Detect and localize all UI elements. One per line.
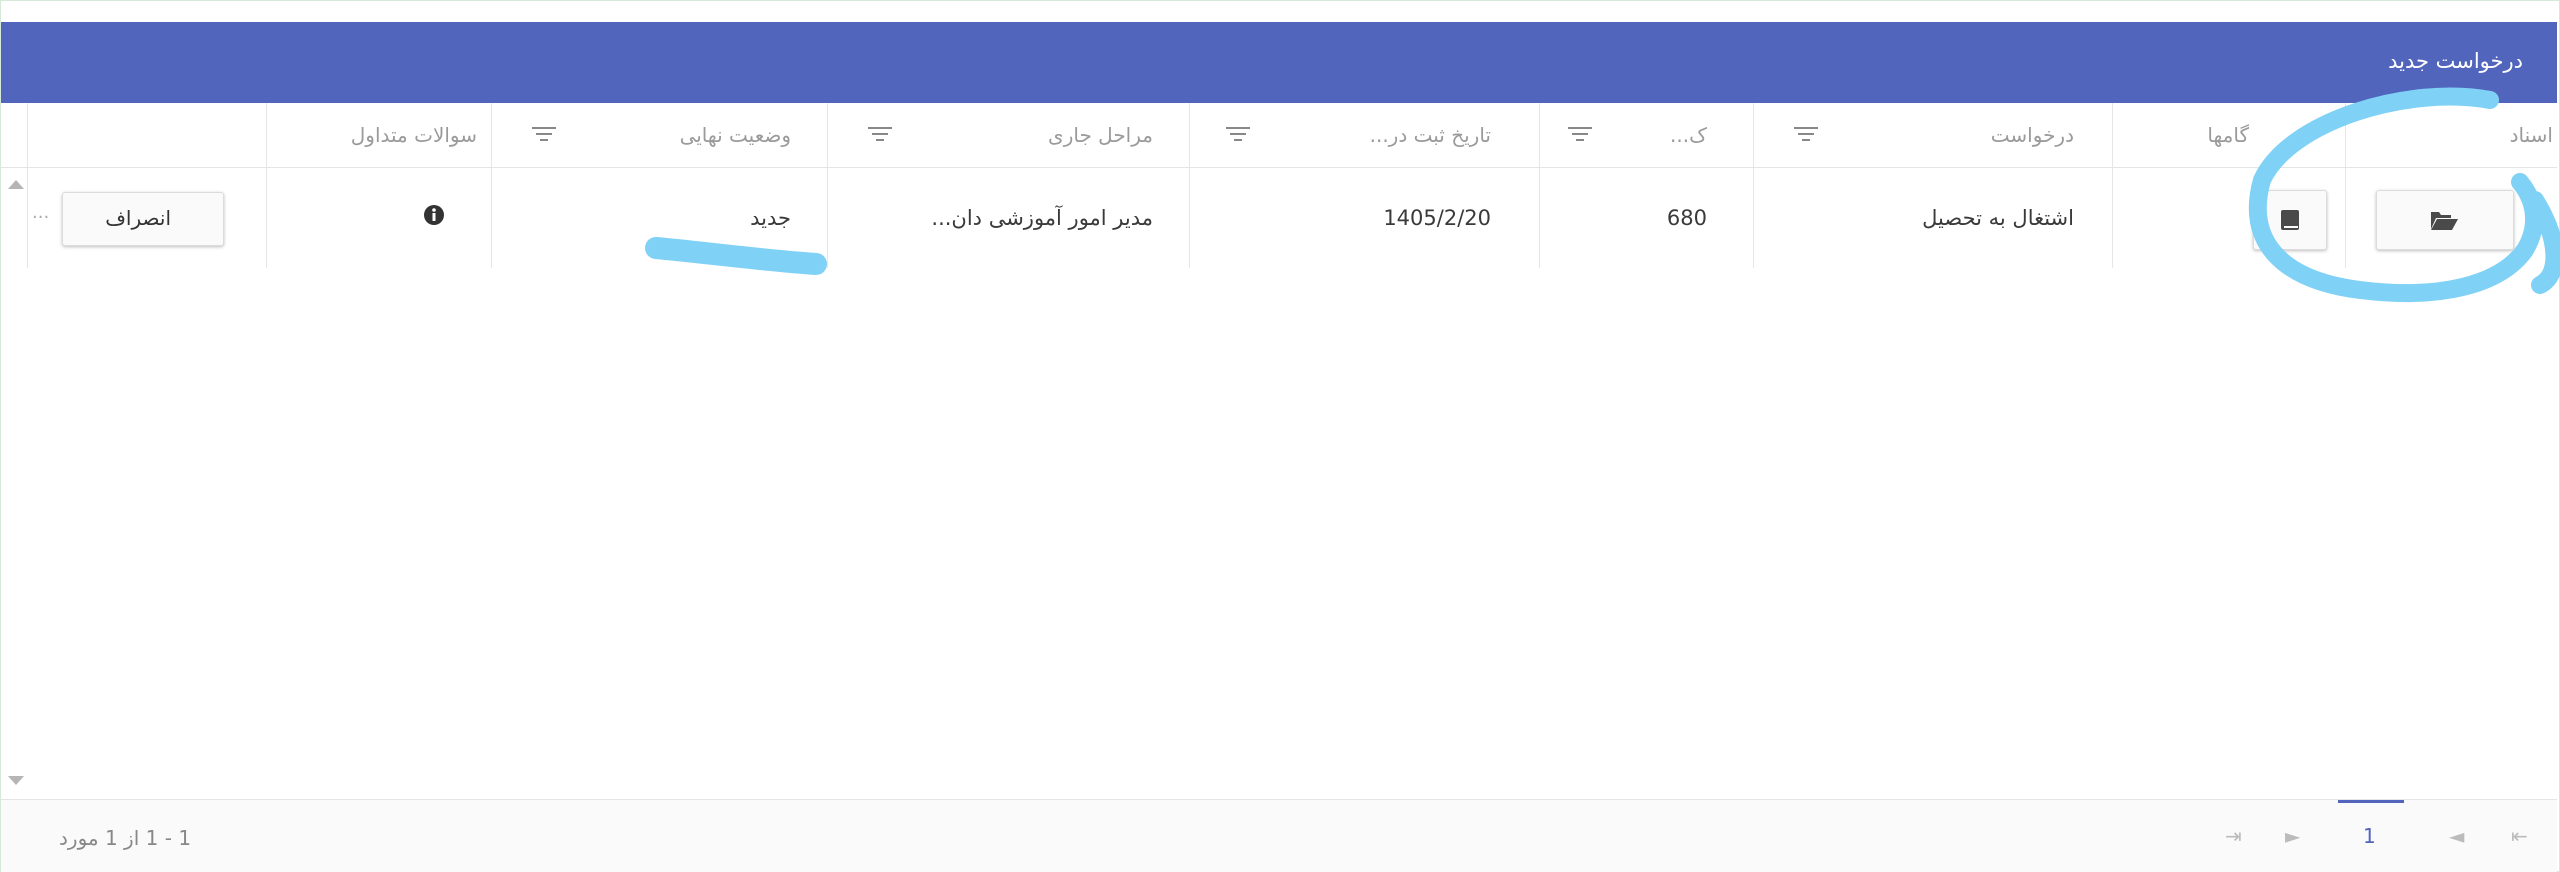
column-label-stages: مراحل جاری: [1048, 123, 1153, 147]
column-label-date: تاریخ ثبت در...: [1369, 123, 1491, 147]
column-header-steps[interactable]: گامها: [2112, 103, 2345, 167]
cell-stage: مدیر امور آموزشی دان...: [827, 168, 1189, 268]
book-icon: [2281, 210, 2299, 230]
first-page-icon[interactable]: ⇤: [2511, 824, 2528, 848]
row-overflow-text: ...: [32, 202, 50, 223]
column-header-stages[interactable]: مراحل جاری: [827, 103, 1189, 167]
cell-documents: [2345, 168, 2557, 268]
filter-icon[interactable]: [1226, 127, 1250, 145]
column-header-final-status[interactable]: وضعیت نهایی: [491, 103, 827, 167]
steps-button[interactable]: [2253, 190, 2327, 250]
next-page-icon[interactable]: ►: [2285, 824, 2300, 848]
current-page-indicator: [2338, 800, 2404, 803]
vertical-scrollbar[interactable]: [0, 168, 26, 798]
column-label-request: درخواست: [1990, 123, 2074, 147]
cancel-request-label: انصراف: [105, 206, 171, 230]
page-number-current[interactable]: 1: [2363, 824, 2376, 848]
folder-open-icon: [2431, 212, 2458, 230]
grid-toolbar: درخواست جدید: [1, 22, 2557, 103]
column-header-faq[interactable]: سوالات متداول: [266, 103, 491, 167]
column-label-steps: گامها: [2207, 123, 2249, 147]
grid-header: اسناد گامها درخواست ک... تاریخ ثبت در...…: [1, 103, 2557, 168]
request-code: 680: [1666, 206, 1707, 230]
cell-date: 1405/2/20: [1189, 168, 1539, 268]
last-page-icon[interactable]: ⇥: [2225, 824, 2242, 848]
cell-steps: [2112, 168, 2345, 268]
filter-icon[interactable]: [532, 127, 556, 145]
cell-code: 680: [1539, 168, 1753, 268]
cell-actions: ... انصراف: [27, 168, 266, 268]
column-label-final-status: وضعیت نهایی: [679, 123, 791, 147]
table-row[interactable]: اشتغال به تحصیل 680 1405/2/20 مدیر امور …: [1, 168, 2557, 268]
request-name: اشتغال به تحصیل: [1922, 206, 2074, 230]
cell-request: اشتغال به تحصیل: [1753, 168, 2112, 268]
column-header-code[interactable]: ک...: [1539, 103, 1753, 167]
column-header-date[interactable]: تاریخ ثبت در...: [1189, 103, 1539, 167]
registration-date: 1405/2/20: [1383, 206, 1491, 230]
pager-info: 1 - 1 از 1 مورد: [59, 826, 192, 850]
scroll-down-icon[interactable]: [8, 776, 24, 785]
column-header-documents[interactable]: اسناد: [2345, 103, 2557, 167]
prev-page-icon[interactable]: ◄: [2449, 824, 2464, 848]
new-request-title[interactable]: درخواست جدید: [2388, 49, 2523, 73]
column-header-actions: [27, 103, 266, 167]
cell-final-status: جدید: [491, 168, 827, 268]
column-label-documents: اسناد: [2509, 123, 2553, 147]
column-label-faq: سوالات متداول: [350, 123, 477, 147]
scroll-up-icon[interactable]: [8, 180, 24, 189]
current-stage: مدیر امور آموزشی دان...: [931, 206, 1153, 230]
final-status: جدید: [750, 206, 791, 230]
filter-icon[interactable]: [1568, 127, 1592, 145]
column-header-request[interactable]: درخواست: [1753, 103, 2112, 167]
filter-icon[interactable]: [1794, 127, 1818, 145]
info-circle-icon[interactable]: [423, 204, 445, 226]
cell-faq: [266, 168, 491, 268]
column-label-code: ک...: [1670, 123, 1707, 147]
filter-icon[interactable]: [868, 127, 892, 145]
open-documents-button[interactable]: [2376, 190, 2514, 250]
grid-pager: 1 - 1 از 1 مورد ⇤ ◄ 1 ► ⇥: [1, 799, 2557, 872]
grid-body: اشتغال به تحصیل 680 1405/2/20 مدیر امور …: [1, 168, 2557, 798]
cancel-request-button[interactable]: انصراف: [62, 192, 224, 246]
